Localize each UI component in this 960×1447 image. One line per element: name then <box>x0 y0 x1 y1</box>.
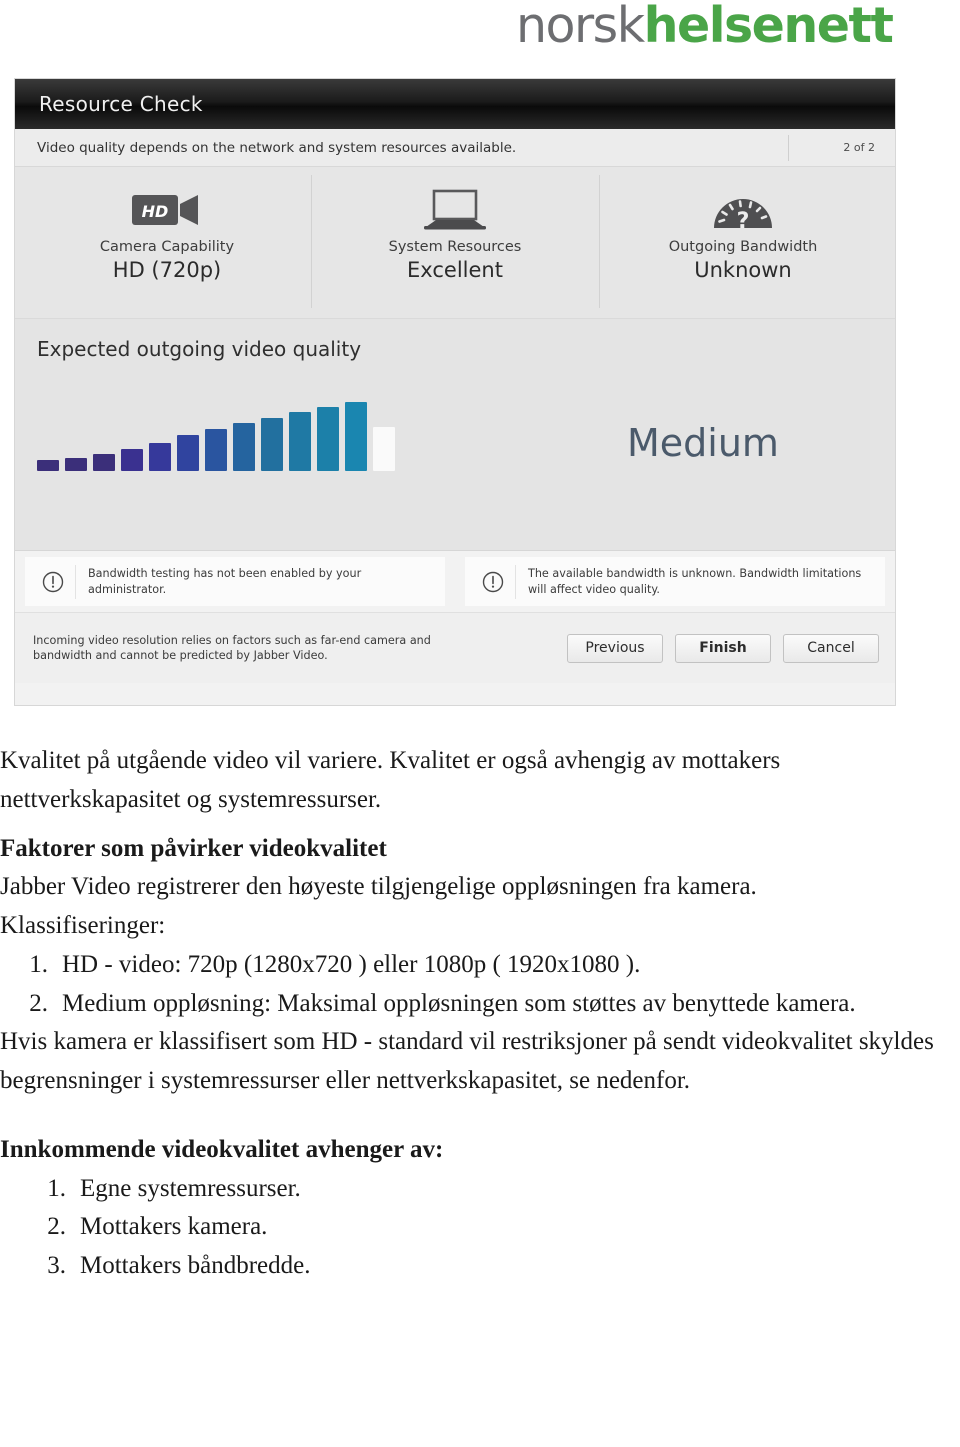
expected-quality-body: Medium <box>37 391 873 471</box>
list-item-text: Egne systemressurser. <box>80 1174 301 1202</box>
svg-text:HD: HD <box>142 202 169 221</box>
page-title: Resource Check <box>39 92 203 116</box>
list-item-text: Mottakers båndbredde. <box>80 1252 311 1279</box>
previous-button[interactable]: Previous <box>567 633 663 663</box>
paragraph-classifications-label: Klassifiseringer: <box>0 912 166 939</box>
notice-bandwidth-unknown: The available bandwidth is unknown. Band… <box>465 557 885 606</box>
incoming-factors-list: 1. Egne systemressurser. 2. Mottakers ka… <box>0 1170 960 1286</box>
paragraph-jabber-detect: Jabber Video registrerer den høyeste til… <box>0 873 757 901</box>
expected-quality-section: Expected outgoing video quality Medium <box>15 319 895 551</box>
metric-label: Outgoing Bandwidth <box>668 239 818 255</box>
quality-bar <box>149 442 171 471</box>
document-body: Kvalitet på utgående video vil variere. … <box>0 742 960 1286</box>
metric-outgoing-bandwidth: ? Outgoing Bandwidth Unknown <box>599 167 887 318</box>
quality-bar <box>345 401 367 471</box>
list-item: 2. Mottakers kamera. <box>46 1208 960 1247</box>
metric-value: HD (720p) <box>112 258 222 282</box>
list-item: 3. Mottakers båndbredde. <box>46 1247 960 1286</box>
list-item: 2. Medium oppløsning: Maksimal oppløsnin… <box>28 985 960 1024</box>
warning-circle-icon <box>471 564 516 599</box>
metrics-row: HD Camera Capability HD (720p) System Re… <box>15 167 895 319</box>
footer-button-group: Previous Finish Cancel <box>567 633 879 663</box>
metric-label: Camera Capability <box>99 239 235 255</box>
metric-label: System Resources <box>388 239 522 255</box>
dialog-titlebar: Resource Check <box>15 79 895 129</box>
list-number: 2. <box>47 1213 66 1241</box>
dialog-subtitle: Video quality depends on the network and… <box>37 139 517 156</box>
cancel-button[interactable]: Cancel <box>783 633 879 663</box>
intro-paragraph: Kvalitet på utgående video vil variere. … <box>0 747 781 813</box>
section-heading-factors: Faktorer som påvirker videokvalitet <box>0 834 387 862</box>
hd-camera-icon: HD <box>130 183 204 237</box>
laptop-icon <box>418 183 492 237</box>
list-item: 1. HD - video: 720p (1280x720 ) eller 10… <box>28 946 960 985</box>
dialog-footer: Incoming video resolution relies on fact… <box>15 613 895 683</box>
logo-text: norskhelsenett <box>516 1 894 50</box>
quality-bar <box>93 454 115 471</box>
quality-bar <box>177 435 199 471</box>
metric-camera-capability: HD Camera Capability HD (720p) <box>23 167 311 318</box>
notice-text: Bandwidth testing has not been enabled b… <box>88 567 362 596</box>
svg-text:?: ? <box>737 209 750 232</box>
metric-value: Unknown <box>694 258 792 282</box>
quality-bar <box>205 429 227 471</box>
list-number: 1. <box>29 950 48 978</box>
step-indicator: 2 of 2 <box>788 134 881 161</box>
list-number: 1. <box>47 1174 66 1202</box>
quality-bar <box>121 448 143 471</box>
metric-system-resources: System Resources Excellent <box>311 167 599 318</box>
list-item-text: Medium oppløsning: Maksimal oppløsningen… <box>62 989 856 1017</box>
quality-bar <box>65 457 87 471</box>
quality-bar <box>233 423 255 471</box>
paragraph-hd-standard: Hvis kamera er klassifisert som HD - sta… <box>0 1028 934 1094</box>
list-number: 2. <box>29 989 48 1017</box>
quality-bar <box>261 417 283 471</box>
logo-text-norsk: norsk <box>516 0 645 54</box>
list-number: 3. <box>47 1252 66 1279</box>
finish-button[interactable]: Finish <box>675 633 771 663</box>
quality-verdict: Medium <box>627 421 779 465</box>
quality-bar <box>37 460 59 471</box>
list-item-text: HD - video: 720p (1280x720 ) eller 1080p… <box>62 950 641 978</box>
quality-bar <box>317 407 339 471</box>
notice-text: The available bandwidth is unknown. Band… <box>528 567 862 596</box>
quality-bar-chart <box>37 391 457 471</box>
gauge-question-icon: ? <box>706 183 780 237</box>
list-item-text: Mottakers kamera. <box>80 1213 268 1241</box>
warning-circle-icon <box>31 564 76 599</box>
metric-value: Excellent <box>407 258 503 282</box>
expected-quality-title: Expected outgoing video quality <box>37 337 362 361</box>
list-item: 1. Egne systemressurser. <box>46 1170 960 1209</box>
dialog-subtitle-bar: Video quality depends on the network and… <box>15 129 895 167</box>
quality-bar <box>289 412 311 471</box>
notice-bandwidth-testing-disabled: Bandwidth testing has not been enabled b… <box>25 557 445 606</box>
classifications-list: 1. HD - video: 720p (1280x720 ) eller 10… <box>0 946 960 1024</box>
section-heading-incoming: Innkommende videokvalitet avhenger av: <box>0 1135 444 1163</box>
resource-check-dialog-screenshot: Resource Check Video quality depends on … <box>14 78 896 706</box>
brand-logo: norskhelsenett <box>516 0 960 54</box>
quality-bar <box>373 427 395 471</box>
footer-note: Incoming video resolution relies on fact… <box>33 633 431 662</box>
notices-row: Bandwidth testing has not been enabled b… <box>15 551 895 613</box>
logo-text-helsenett: helsenett <box>643 0 894 54</box>
